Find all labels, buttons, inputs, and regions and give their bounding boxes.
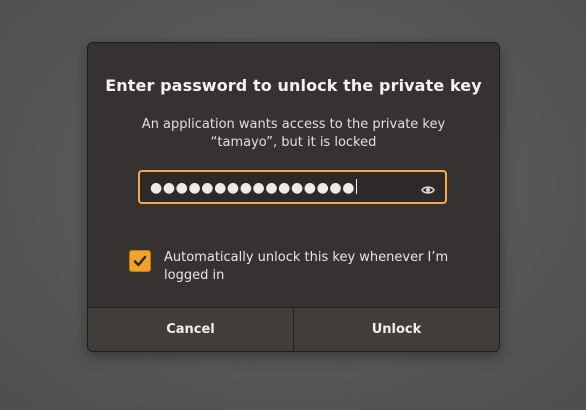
password-dots: ●●●●●●●●●●●●●●●● [150,180,356,196]
dialog-title: Enter password to unlock the private key [105,76,482,95]
text-caret [356,179,358,194]
checkmark-icon [133,255,147,267]
auto-unlock-checkbox[interactable] [129,250,151,272]
password-input[interactable]: ●●●●●●●●●●●●●●●● [138,170,447,204]
message-line-1: An application wants access to the priva… [141,117,446,132]
auto-unlock-label[interactable]: Automatically unlock this key whenever I… [164,249,464,285]
unlock-key-dialog: Enter password to unlock the private key… [87,42,500,352]
eye-icon[interactable] [421,181,435,194]
password-masked-text: ●●●●●●●●●●●●●●●● [150,179,358,197]
message-line-2: “tamayo”, but it is locked [210,135,377,150]
dialog-button-bar: Cancel Unlock [88,307,499,351]
unlock-button[interactable]: Unlock [293,308,499,351]
dialog-message: An application wants access to the priva… [108,116,479,152]
cancel-button[interactable]: Cancel [88,308,293,351]
